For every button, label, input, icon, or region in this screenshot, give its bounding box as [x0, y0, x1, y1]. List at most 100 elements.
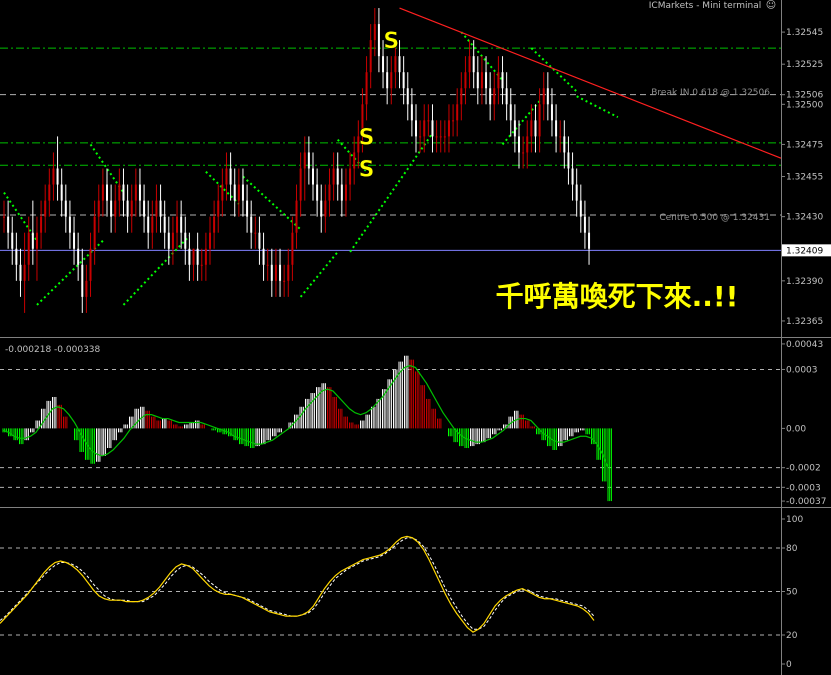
candle-body	[246, 200, 249, 217]
candle-body	[279, 264, 282, 281]
candle-body	[229, 168, 232, 185]
macd-tick-label: 0.00	[786, 424, 806, 434]
candle-body	[270, 264, 273, 281]
macd-tick-label: 0.00043	[786, 340, 823, 350]
macd-tick-label: -0.0002	[786, 464, 821, 474]
candle-body	[472, 56, 475, 73]
candle-body	[332, 168, 335, 185]
candle-body	[509, 104, 512, 121]
price-tick-label: 1.32390	[786, 277, 823, 287]
candle-body	[60, 184, 63, 201]
candle-body	[489, 88, 492, 105]
candle-body	[538, 104, 541, 137]
candle-body	[316, 184, 319, 201]
candle-body	[435, 136, 438, 138]
candle-body	[340, 184, 343, 201]
candle-body	[134, 184, 137, 201]
candle-body	[114, 200, 117, 217]
macd-tick-label: 0.0003	[786, 365, 818, 375]
candle-body	[513, 120, 516, 137]
candle-body	[159, 200, 162, 217]
candle-body	[250, 216, 253, 233]
candle-body	[336, 168, 339, 185]
annotation-text: 千呼萬喚死下來..!!	[496, 280, 739, 313]
candle-body	[35, 232, 38, 249]
candle-body	[200, 264, 203, 266]
current-price-label: 1.32409	[786, 246, 823, 256]
stochastic-tick-label: 80	[786, 544, 798, 554]
candle-body	[204, 248, 207, 265]
price-tick-label: 1.32430	[786, 213, 823, 223]
candle-body	[559, 136, 562, 138]
candle-body	[138, 184, 141, 201]
candle-body	[258, 232, 261, 249]
fib-label-centre: Centre 0.500 @ 1.32431	[659, 213, 770, 223]
price-tick-label: 1.32365	[786, 317, 823, 327]
candle-body	[126, 200, 129, 217]
candle-body	[81, 264, 84, 297]
candle-body	[266, 264, 269, 266]
candle-body	[56, 168, 59, 185]
candle-body	[546, 88, 549, 105]
candle-body	[221, 184, 224, 201]
stochastic-tick-label: 20	[786, 631, 798, 641]
candle-body	[497, 72, 500, 89]
candle-body	[423, 120, 426, 137]
candle-body	[353, 152, 356, 169]
price-tick-label: 1.32525	[786, 60, 823, 70]
candle-body	[303, 152, 306, 169]
candle-body	[324, 200, 327, 217]
candle-body	[575, 184, 578, 201]
candle-body	[188, 248, 191, 265]
candle-body	[328, 184, 331, 201]
candle-body	[344, 184, 347, 201]
candle-body	[406, 88, 409, 105]
candle-body	[274, 264, 277, 281]
candle-body	[365, 72, 368, 105]
candle-body	[27, 232, 30, 265]
candle-body	[588, 232, 591, 249]
candle-body	[485, 72, 488, 89]
candle-body	[501, 72, 504, 89]
candle-body	[415, 120, 417, 137]
candle-body	[68, 216, 71, 233]
candle-body	[101, 184, 104, 201]
candle-body	[44, 200, 47, 217]
candle-body	[209, 232, 211, 249]
candle-body	[518, 136, 520, 153]
candle-body	[398, 56, 401, 73]
candle-body	[402, 72, 405, 89]
candle-body	[52, 168, 55, 185]
candle-body	[571, 168, 574, 185]
candle-body	[447, 120, 450, 137]
candle-body	[77, 248, 80, 265]
smiley-icon: ☺	[766, 0, 776, 11]
stochastic-tick-label: 0	[786, 660, 792, 670]
signal-marker: S	[359, 125, 375, 150]
candle-body	[89, 248, 92, 281]
candle-body	[196, 248, 199, 265]
candle-body	[563, 136, 566, 153]
candle-body	[386, 72, 389, 89]
candle-body	[579, 200, 582, 217]
candle-body	[373, 24, 376, 41]
candle-body	[456, 104, 459, 121]
candle-body	[155, 200, 158, 217]
price-tick-label: 1.32455	[786, 173, 823, 183]
candle-body	[439, 136, 442, 138]
candle-body	[583, 216, 586, 233]
macd-tick-label: -0.00037	[786, 497, 826, 507]
candle-body	[176, 216, 179, 233]
candle-body	[369, 40, 372, 73]
candle-body	[147, 216, 150, 233]
candle-body	[7, 216, 10, 233]
candle-body	[163, 216, 166, 233]
candle-body	[468, 56, 471, 73]
candle-body	[542, 88, 545, 105]
chart-canvas[interactable]: ICMarkets - Mini terminal ☺ SSS Break IN…	[0, 0, 831, 675]
candle-body	[213, 216, 216, 233]
candle-body	[180, 216, 183, 233]
candle-body	[299, 168, 302, 201]
candle-body	[377, 24, 380, 57]
candle-body	[567, 152, 570, 169]
